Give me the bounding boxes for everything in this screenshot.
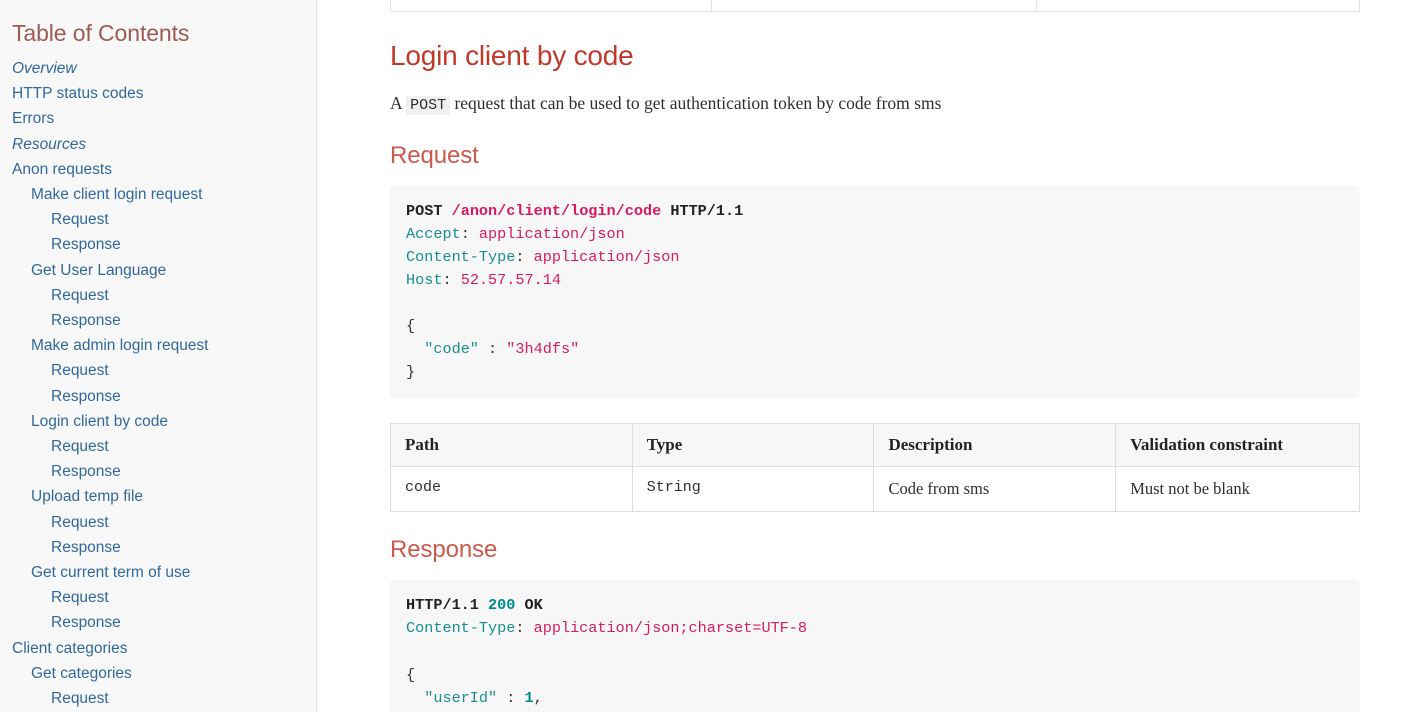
cell-path: code (391, 467, 633, 512)
response-protocol: HTTP/1.1 (406, 596, 479, 614)
column-header-validation: Validation constraint (1116, 424, 1360, 467)
toc-item-upload-temp-file[interactable]: Upload temp file (0, 484, 316, 509)
toc-item-request[interactable]: Request (0, 207, 316, 232)
toc-item-request[interactable]: Request (0, 283, 316, 308)
response-body-key-0: "userId" (424, 689, 497, 707)
toc-item-response[interactable]: Response (0, 610, 316, 635)
section-description: A POST request that can be used to get a… (390, 90, 1360, 118)
page-title: Login client by code (390, 40, 1360, 72)
toc-item-request[interactable]: Request (0, 434, 316, 459)
toc-title: Table of Contents (12, 20, 316, 47)
lead-suffix: request that can be used to get authenti… (450, 93, 941, 113)
request-header-value-2: 52.57.57.14 (461, 271, 561, 289)
toc-item-response[interactable]: Response (0, 308, 316, 333)
request-header-name-1: Content-Type (406, 248, 515, 266)
cell-validation: Must not be blank (1116, 467, 1360, 512)
toc-item-make-admin-login-request[interactable]: Make admin login request (0, 333, 316, 358)
cell-description: Code from sms (874, 467, 1116, 512)
response-header-value-0: application/json;charset=UTF-8 (534, 619, 807, 637)
toc-item-login-client-by-code[interactable]: Login client by code (0, 409, 316, 434)
request-body-key: "code" (424, 340, 479, 358)
cell-type: String (632, 467, 874, 512)
column-header-path: Path (391, 424, 633, 467)
response-heading: Response (390, 536, 1360, 564)
request-body-close: } (406, 363, 415, 381)
request-method: POST (406, 202, 442, 220)
request-path: /anon/client/login/code (452, 202, 662, 220)
toc-item-get-user-language[interactable]: Get User Language (0, 258, 316, 283)
fields-table: Path Type Description Validation constra… (390, 423, 1360, 512)
content-column: Login client by code A POST request that… (390, 0, 1360, 712)
request-header-value-1: application/json (534, 248, 680, 266)
request-header-name-0: Accept (406, 225, 461, 243)
toc-item-client-categories[interactable]: Client categories (0, 636, 316, 661)
toc-item-request[interactable]: Request (0, 510, 316, 535)
toc-item-response[interactable]: Response (0, 384, 316, 409)
response-body-colon-0: : (497, 689, 524, 707)
previous-table-fragment (390, 0, 1360, 12)
toc-item-make-client-login-request[interactable]: Make client login request (0, 182, 316, 207)
toc-item-request[interactable]: Request (0, 358, 316, 383)
lead-prefix: A (390, 93, 406, 113)
toc-item-http-status-codes[interactable]: HTTP status codes (0, 81, 316, 106)
toc-item-get-categories[interactable]: Get categories (0, 661, 316, 686)
table-header-row: Path Type Description Validation constra… (391, 424, 1360, 467)
toc-item-anon-requests[interactable]: Anon requests (0, 157, 316, 182)
http-method-badge: POST (406, 96, 450, 115)
request-header-name-2: Host (406, 271, 442, 289)
toc-item-response[interactable]: Response (0, 535, 316, 560)
column-header-type: Type (632, 424, 874, 467)
toc-item-get-current-term-of-use[interactable]: Get current term of use (0, 560, 316, 585)
response-body-value-0: 1 (525, 689, 534, 707)
request-protocol: HTTP/1.1 (670, 202, 743, 220)
toc-item-resources[interactable]: Resources (0, 132, 316, 157)
table-of-contents-sidebar: Table of Contents OverviewHTTP status co… (0, 0, 317, 712)
request-header-value-0: application/json (479, 225, 625, 243)
request-body-colon: : (479, 340, 506, 358)
toc-item-response[interactable]: Response (0, 232, 316, 257)
toc-item-request[interactable]: Request (0, 686, 316, 711)
response-code-block[interactable]: HTTP/1.1 200 OK Content-Type: applicatio… (390, 580, 1360, 712)
toc-item-overview[interactable]: Overview (0, 56, 316, 81)
toc-item-request[interactable]: Request (0, 585, 316, 610)
request-body-value: "3h4dfs" (506, 340, 579, 358)
table-row: code String Code from sms Must not be bl… (391, 467, 1360, 512)
documentation-page: Table of Contents OverviewHTTP status co… (0, 0, 1402, 712)
request-body-open: { (406, 317, 415, 335)
toc-item-errors[interactable]: Errors (0, 106, 316, 131)
response-header-name-0: Content-Type (406, 619, 515, 637)
response-status-text: OK (525, 596, 543, 614)
toc-item-response[interactable]: Response (0, 459, 316, 484)
column-header-description: Description (874, 424, 1116, 467)
main-content: Login client by code A POST request that… (317, 0, 1402, 712)
response-body-comma-0: , (534, 689, 543, 707)
request-heading: Request (390, 142, 1360, 170)
toc-list: OverviewHTTP status codesErrorsResources… (0, 56, 316, 711)
response-body-open: { (406, 666, 415, 684)
request-code-block[interactable]: POST /anon/client/login/code HTTP/1.1 Ac… (390, 186, 1360, 399)
response-status-code: 200 (488, 596, 515, 614)
